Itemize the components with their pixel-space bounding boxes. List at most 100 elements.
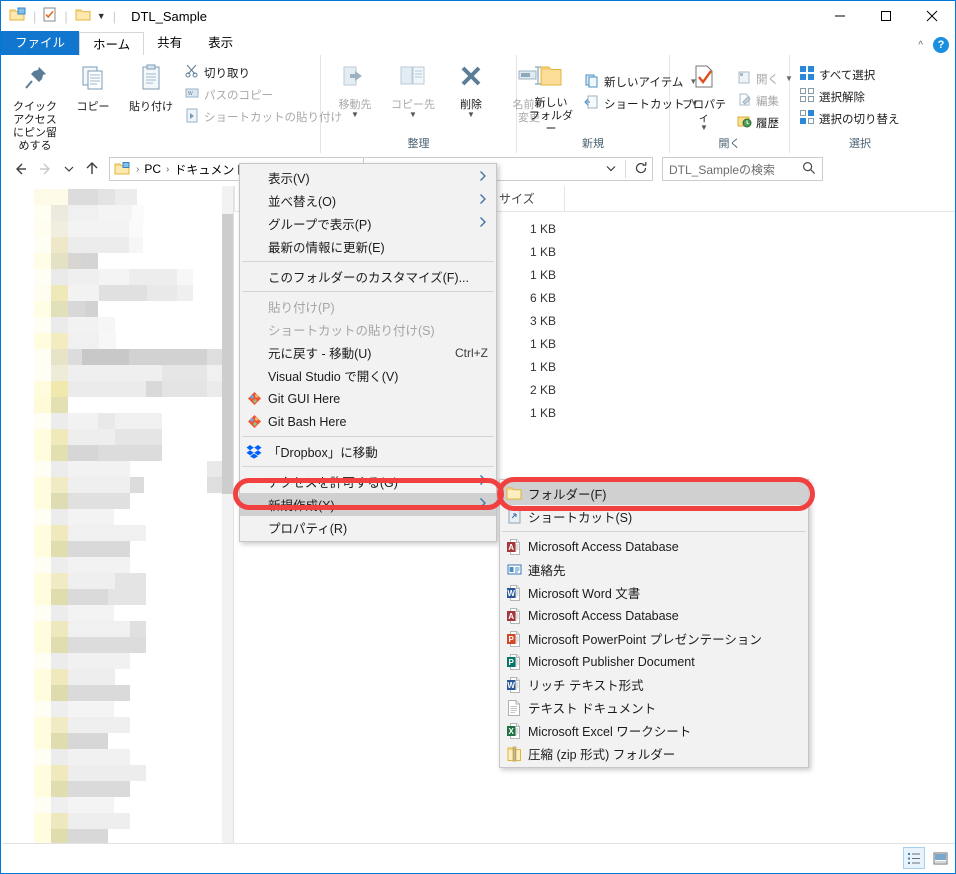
navigation-pane-scrollbar[interactable] (222, 186, 233, 860)
chevron-down-icon[interactable]: ▼ (700, 125, 708, 130)
menu-item-label: アクセスを許可する(G) (268, 472, 464, 491)
refresh-button[interactable] (634, 161, 648, 178)
maximize-button[interactable] (863, 1, 909, 31)
submenu-item[interactable]: XMicrosoft Excel ワークシート (500, 719, 808, 742)
breadcrumb-item-documents[interactable]: ドキュメント (174, 161, 246, 178)
submenu-item[interactable]: 圧縮 (zip 形式) フォルダー (500, 742, 808, 765)
submenu-item[interactable]: W Microsoft Word 文書 (500, 581, 808, 604)
pin-icon (19, 62, 51, 98)
tab-view[interactable]: 表示 (195, 31, 246, 55)
menu-item[interactable]: 元に戻す - 移動(U)Ctrl+Z (240, 341, 496, 364)
copy-button[interactable]: コピー (65, 59, 121, 114)
breadcrumb-separator-1: › (136, 164, 139, 175)
paste-button[interactable]: 貼り付け (123, 59, 179, 114)
submenu-item[interactable]: フォルダー(F) (500, 482, 808, 505)
submenu-item[interactable]: テキスト ドキュメント (500, 696, 808, 719)
chevron-down-icon[interactable]: ▼ (409, 112, 417, 117)
menu-item[interactable]: グループで表示(P) (240, 212, 496, 235)
submenu-item[interactable]: AMicrosoft Access Database (500, 604, 808, 627)
forward-button[interactable] (33, 156, 59, 182)
edit-button[interactable]: 編集 (734, 90, 796, 111)
back-button[interactable] (7, 156, 33, 182)
cell-size: 1 KB (490, 406, 564, 420)
menu-item[interactable]: Visual Studio で開く(V) (240, 364, 496, 387)
submenu-item[interactable]: Wリッチ テキスト形式 (500, 673, 808, 696)
menu-item[interactable]: Git Bash Here (240, 410, 496, 433)
submenu-item[interactable]: PMicrosoft PowerPoint プレゼンテーション (500, 627, 808, 650)
chevron-down-icon[interactable]: ▼ (467, 112, 475, 117)
search-input[interactable]: DTL_Sampleの検索 (669, 161, 775, 178)
new-submenu[interactable]: フォルダー(F)ショートカット(S) AMicrosoft Access Data… (499, 479, 809, 768)
chevron-down-icon[interactable]: ▼ (97, 11, 106, 21)
delete-button[interactable]: 削除 ▼ (443, 61, 499, 117)
properties-icon[interactable] (43, 7, 57, 26)
submenu-item[interactable]: PMicrosoft Publisher Document (500, 650, 808, 673)
tab-file[interactable]: ファイル (1, 31, 79, 55)
chevron-down-icon[interactable] (605, 162, 617, 177)
menu-item-label: 最新の情報に更新(E) (268, 237, 488, 256)
menu-item-icon-slot (240, 166, 268, 189)
history-button[interactable]: 履歴 (734, 112, 796, 133)
recent-locations-button[interactable] (59, 156, 79, 182)
move-to-button[interactable]: 移動先 ▼ (327, 61, 383, 117)
details-view-button[interactable] (903, 847, 925, 869)
copy-path-icon: W (184, 85, 200, 104)
close-button[interactable] (909, 1, 955, 31)
menu-item[interactable]: 新規作成(X) (240, 493, 496, 516)
submenu-item-label: Microsoft Word 文書 (528, 583, 800, 602)
open-button[interactable]: 開く ▼ (734, 68, 796, 89)
menu-item[interactable]: 並べ替え(O) (240, 189, 496, 212)
search-icon[interactable] (802, 161, 816, 178)
navigation-pane-scroll-thumb[interactable] (222, 214, 233, 494)
column-header-size[interactable]: サイズ (490, 186, 564, 212)
menu-item[interactable]: 表示(V) (240, 166, 496, 189)
submenu-item[interactable]: AMicrosoft Access Database (500, 535, 808, 558)
select-all-icon (799, 65, 815, 84)
tab-share[interactable]: 共有 (144, 31, 195, 55)
new-folder-button[interactable]: 新しい フォルダー (523, 61, 579, 136)
copy-to-button[interactable]: コピー先 ▼ (385, 61, 441, 117)
folder-icon (500, 482, 528, 505)
menu-item-icon-slot (240, 189, 268, 212)
context-menu[interactable]: 表示(V)並べ替え(O)グループで表示(P) 最新の情報に更新(E) このフォルダー… (239, 163, 497, 542)
submenu-item[interactable]: 連絡先 (500, 558, 808, 581)
menu-item[interactable]: 「Dropbox」に移動 (240, 440, 496, 463)
quick-access-toolbar: | | ▼ | DTL_Sample (1, 1, 207, 31)
minimize-button[interactable] (817, 1, 863, 31)
folder-icon (506, 486, 523, 501)
pin-label-line1: クイック アクセス (12, 101, 58, 127)
chevron-down-icon[interactable]: ▼ (351, 112, 359, 117)
properties-button[interactable]: プロパティ ▼ (676, 61, 732, 130)
menu-separator (242, 261, 494, 262)
tab-home[interactable]: ホーム (79, 32, 144, 56)
navigation-pane[interactable] (2, 186, 234, 860)
search-box[interactable]: DTL_Sampleの検索 (662, 157, 823, 181)
invert-selection-button[interactable]: 選択の切り替え (796, 108, 903, 129)
large-icons-view-button[interactable] (929, 847, 951, 869)
folder-icon[interactable] (75, 7, 92, 26)
select-none-button[interactable]: 選択解除 (796, 86, 903, 107)
menu-item[interactable]: 最新の情報に更新(E) (240, 235, 496, 258)
help-icon[interactable]: ? (933, 37, 949, 53)
menu-item-label: Visual Studio で開く(V) (268, 366, 488, 385)
menu-item: ショートカットの貼り付け(S) (240, 318, 496, 341)
column-header-extra[interactable] (564, 186, 624, 212)
breadcrumb-item-pc[interactable]: PC (144, 162, 161, 176)
submenu-item[interactable]: ショートカット(S) (500, 505, 808, 528)
select-none-label: 選択解除 (819, 89, 865, 105)
select-none-icon (799, 87, 815, 106)
pin-to-quick-access-button[interactable]: クイック アクセス にピン留めする (7, 59, 63, 153)
up-button[interactable] (79, 156, 105, 182)
new-folder-icon[interactable] (9, 7, 26, 26)
menu-item[interactable]: プロパティ(R) (240, 516, 496, 539)
menu-item-label: 新規作成(X) (268, 495, 464, 514)
chevron-up-icon[interactable]: ^ (918, 40, 923, 51)
text-document-icon (500, 696, 528, 719)
svg-text:W: W (507, 589, 515, 598)
move-to-icon (340, 64, 370, 96)
menu-item[interactable]: アクセスを許可する(G) (240, 470, 496, 493)
copy-to-icon (398, 64, 428, 96)
select-all-button[interactable]: すべて選択 (796, 64, 903, 85)
menu-item[interactable]: このフォルダーのカスタマイズ(F)... (240, 265, 496, 288)
menu-item[interactable]: Git GUI Here (240, 387, 496, 410)
